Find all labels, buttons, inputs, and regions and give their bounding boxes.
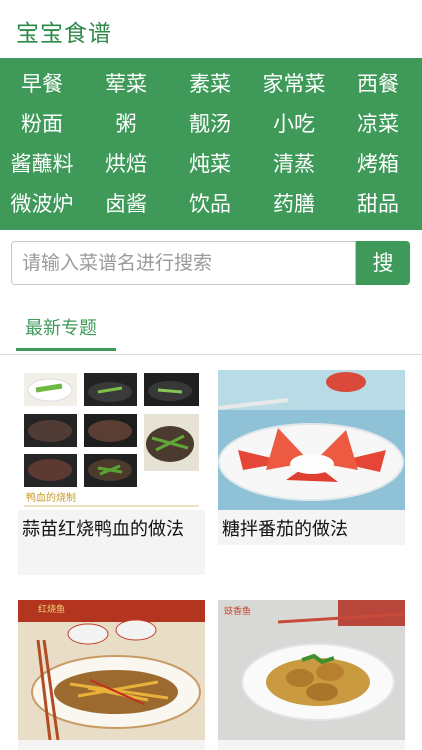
category-snack[interactable]: 小吃 xyxy=(252,104,336,144)
search-bar: 搜 xyxy=(0,230,422,296)
image-caption: 红烧鱼 xyxy=(38,603,65,615)
recipe-image xyxy=(218,370,405,510)
recipe-card[interactable]: 糖拌番茄的做法 xyxy=(218,370,405,545)
category-steamed[interactable]: 清蒸 xyxy=(252,144,336,184)
category-grid: 早餐 荤菜 素菜 家常菜 西餐 粉面 粥 靓汤 小吃 凉菜 酱蘸料 烘焙 炖菜 … xyxy=(0,58,422,230)
category-home-style[interactable]: 家常菜 xyxy=(252,64,336,104)
recipe-title: 糖拌番茄的做法 xyxy=(222,519,348,540)
app-header: 宝宝食谱 xyxy=(0,0,422,58)
category-vegetable[interactable]: 素菜 xyxy=(168,64,252,104)
category-microwave[interactable]: 微波炉 xyxy=(0,184,84,224)
category-breakfast[interactable]: 早餐 xyxy=(0,64,84,104)
category-cold-dish[interactable]: 凉菜 xyxy=(336,104,420,144)
category-drinks[interactable]: 饮品 xyxy=(168,184,252,224)
recipe-grid: 鸭血的烧制 蒜苗红烧鸭血的做法 糖拌番茄的做法 红烧鱼 豉香鱼 xyxy=(0,355,422,750)
category-soup[interactable]: 靓汤 xyxy=(168,104,252,144)
recipe-card[interactable]: 豉香鱼 xyxy=(218,600,405,750)
image-caption: 豉香鱼 xyxy=(224,605,251,617)
category-oven[interactable]: 烤箱 xyxy=(336,144,420,184)
category-sauce[interactable]: 酱蘸料 xyxy=(0,144,84,184)
category-braised[interactable]: 卤酱 xyxy=(84,184,168,224)
tab-active-indicator xyxy=(16,348,116,351)
category-western[interactable]: 西餐 xyxy=(336,64,420,104)
recipe-card[interactable]: 鸭血的烧制 蒜苗红烧鸭血的做法 xyxy=(18,370,205,575)
recipe-card[interactable]: 红烧鱼 xyxy=(18,600,205,750)
app-title: 宝宝食谱 xyxy=(16,21,112,47)
category-stew[interactable]: 炖菜 xyxy=(168,144,252,184)
tab-bar: 最新专题 xyxy=(0,296,422,355)
search-button[interactable]: 搜 xyxy=(356,241,410,285)
image-caption: 鸭血的烧制 xyxy=(26,491,76,504)
recipe-image: 红烧鱼 xyxy=(18,600,205,740)
category-medicinal[interactable]: 药膳 xyxy=(252,184,336,224)
category-dessert[interactable]: 甜品 xyxy=(336,184,420,224)
category-baking[interactable]: 烘焙 xyxy=(84,144,168,184)
tab-latest-topics[interactable]: 最新专题 xyxy=(25,314,97,340)
recipe-image: 豉香鱼 xyxy=(218,600,405,740)
category-porridge[interactable]: 粥 xyxy=(84,104,168,144)
category-noodles[interactable]: 粉面 xyxy=(0,104,84,144)
recipe-image: 鸭血的烧制 xyxy=(18,370,205,510)
recipe-title: 蒜苗红烧鸭血的做法 xyxy=(22,519,184,540)
search-input[interactable] xyxy=(11,241,356,285)
category-meat[interactable]: 荤菜 xyxy=(84,64,168,104)
